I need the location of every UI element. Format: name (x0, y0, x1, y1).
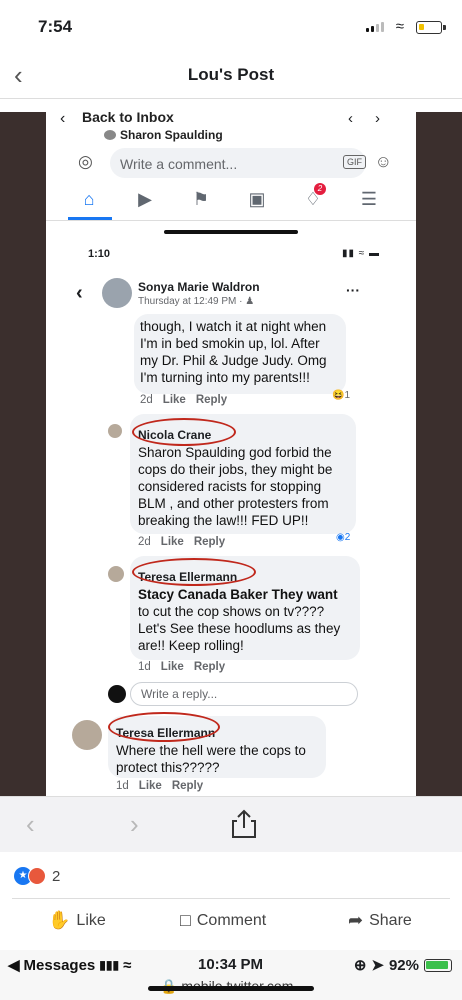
like-button[interactable]: ✋ Like (48, 910, 106, 931)
emoji-icon: ☺ (374, 152, 392, 171)
system-time: 10:34 PM (198, 956, 264, 973)
avatar (108, 685, 126, 703)
annotation-circle (132, 558, 256, 586)
comment-field: Write a comment... (110, 148, 366, 178)
post-actions: ✋ Like □ Comment ➦ Share (0, 904, 462, 940)
divider (0, 98, 462, 99)
back-triangle-icon: ◀ (8, 957, 20, 974)
inbox-label: Back to Inbox (82, 112, 174, 125)
comment-icon: □ (180, 910, 191, 930)
home-icon: ⌂ (83, 188, 95, 209)
more-icon: ··· (346, 282, 360, 298)
laugh-icon: 😆 (332, 390, 345, 401)
comment-text: though, I watch it at night when I'm in … (140, 319, 327, 385)
status-bar: 7:54 ≈ (0, 0, 462, 54)
angry-reaction-icon (28, 867, 46, 885)
camera-icon: ◎ (78, 152, 93, 171)
reply-field: Write a reply... (130, 682, 358, 706)
annotation-circle (132, 418, 236, 446)
avatar (108, 566, 124, 582)
photo-screenshot: ‹ Back to Inbox ‹› Sharon Spaulding ◎ Wr… (46, 112, 416, 796)
post-photo[interactable]: ‹ Back to Inbox ‹› Sharon Spaulding ◎ Wr… (0, 112, 462, 796)
chevron-left-icon: ‹ (60, 112, 66, 127)
reaction-count: 2 (52, 868, 61, 885)
nav-arrows-icon: ‹› (348, 112, 402, 127)
share-label: Share (369, 911, 412, 929)
comment-button[interactable]: □ Comment (180, 910, 266, 931)
chevron-left-icon: ‹ (76, 282, 83, 304)
avatar (108, 424, 122, 438)
inner-time: 1:10 (88, 248, 111, 260)
fb-tab-bar: ⌂ ▶ ⚑ ▣ ♢ 2 ☰ (74, 182, 384, 214)
marketplace-icon: ▣ (248, 188, 266, 209)
like-icon: ◉ (336, 532, 345, 543)
wifi-icon: ≈ (395, 18, 404, 35)
flag-icon: ⚑ (192, 188, 210, 209)
page-title: Lou's Post (187, 65, 275, 84)
comment-meta: 2d Like Reply (138, 536, 226, 548)
comment-meta: 1d Like Reply (116, 780, 204, 792)
home-indicator (148, 986, 314, 991)
battery-icon (416, 21, 442, 34)
thread-header: ‹ Sonya Marie Waldron Thursday at 12:49 … (46, 278, 416, 314)
friends-icon: ♟ (245, 296, 255, 307)
menu-icon: ☰ (360, 188, 378, 209)
avatar (104, 130, 116, 140)
avatar (72, 720, 102, 750)
status-time: 7:54 (38, 17, 73, 36)
divider (12, 898, 450, 899)
nav-header: ‹ Lou's Post (0, 54, 462, 98)
comment-text: Sharon Spaulding god forbid the cops do … (138, 445, 333, 528)
lock-rotation-icon: ⊕ (353, 957, 367, 974)
back-to-messages[interactable]: ◀ Messages ▮▮▮ ≈ (8, 956, 132, 975)
share-button[interactable]: ➦ Share (348, 910, 412, 931)
gif-icon: GIF (343, 155, 366, 169)
bell-icon: ♢ 2 (298, 182, 328, 210)
signal-icon (366, 22, 384, 32)
comment-meta: 1d Like Reply (138, 661, 226, 673)
comment-placeholder: Write a comment... (120, 156, 238, 172)
back-arrow-icon[interactable]: ‹ (26, 809, 35, 840)
avatar (102, 278, 132, 308)
share-arrow-icon: ➦ (348, 910, 364, 930)
system-status-bar: ◀ Messages ▮▮▮ ≈ 10:34 PM ⊕ ➤ 92% 🔒 mobi… (0, 950, 462, 1000)
back-app-label: Messages (23, 956, 96, 974)
annotation-circle (108, 712, 220, 742)
signal-icon: ▮▮▮ (99, 958, 120, 972)
thread-timestamp: Thursday at 12:49 PM · ♟ (138, 296, 255, 307)
sharon-label: Sharon Spaulding (120, 128, 223, 142)
inner-status-bar: 1:10 ▮▮ ≈ ▬ (46, 248, 416, 266)
reply-placeholder: Write a reply... (141, 687, 218, 701)
comment-label: Comment (196, 911, 267, 929)
thread-author: Sonya Marie Waldron (138, 280, 260, 294)
battery-icon (424, 958, 452, 972)
comment-meta: 2d Like Reply (140, 394, 228, 406)
home-indicator (164, 230, 298, 234)
wifi-icon: ≈ (123, 956, 132, 974)
reaction-count: ◉2 (336, 532, 351, 543)
divider (46, 220, 416, 221)
system-right-icons: ⊕ ➤ 92% (354, 956, 452, 974)
like-label: Like (76, 911, 106, 929)
comment-composer: ◎ Write a comment... GIF ☺ (76, 148, 396, 178)
inner-status-icons: ▮▮ ≈ ▬ (341, 248, 380, 259)
battery-percent: 92% (388, 956, 419, 974)
thumbs-up-icon: ✋ (48, 910, 71, 930)
forward-arrow-icon[interactable]: › (130, 809, 139, 840)
reaction-count: 😆1 (332, 390, 351, 401)
browser-toolbar: ‹ › (0, 796, 462, 852)
notification-badge: 2 (314, 182, 326, 195)
comment-text: Stacy Canada Baker They want to cut the … (138, 587, 341, 653)
comment-text: Where the hell were the cops to protect … (116, 743, 306, 775)
share-icon[interactable] (230, 809, 258, 839)
video-icon: ▶ (138, 188, 152, 209)
battery-tip (443, 25, 446, 30)
location-icon: ➤ (371, 957, 384, 974)
inbox-bar: ‹ Back to Inbox ‹› (46, 112, 416, 134)
